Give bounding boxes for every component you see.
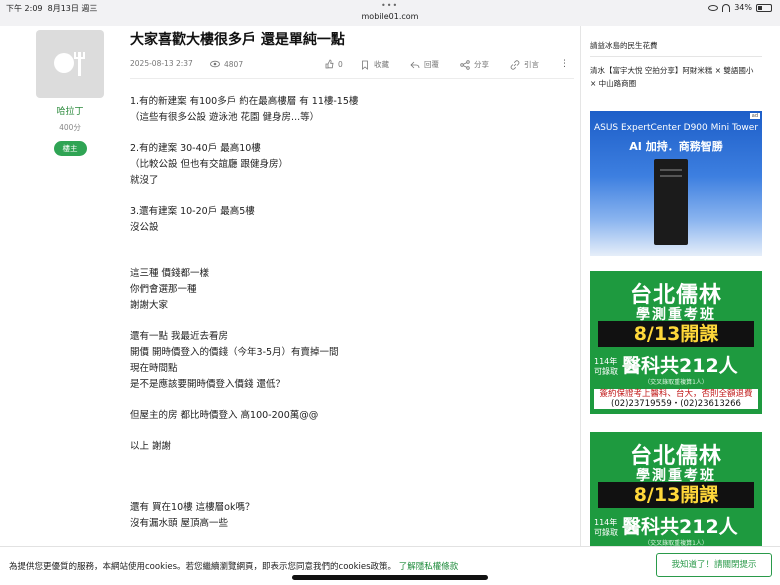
quote-label: 引言	[524, 60, 539, 69]
sidebar-divider	[590, 56, 762, 57]
eye-icon	[210, 60, 220, 68]
author-panel: 哈拉丁 400分 樓主	[35, 30, 105, 156]
favorite-button[interactable]: 收藏	[360, 59, 389, 70]
post-spacer	[130, 126, 570, 141]
privacy-link[interactable]: 了解隱私權條款	[399, 562, 459, 572]
wifi-icon	[722, 3, 731, 12]
bookmark-icon	[362, 60, 368, 70]
ad-result: 醫科共212人	[622, 355, 738, 377]
post-line: 沒有漏水頭 屋頂高一些	[130, 518, 229, 529]
post-spacer	[130, 189, 570, 204]
browser-dots-icon[interactable]: •••	[381, 1, 398, 10]
desktop-tower-image	[654, 159, 688, 245]
post-line: （比較公設 但也有交誼廳 跟健身房）	[130, 159, 289, 170]
reply-icon	[410, 61, 420, 68]
post-line: 2.有的建案 30-40戶 最高10樓	[130, 143, 261, 154]
thumb-up-icon	[325, 59, 334, 69]
more-icon[interactable]: ⋮	[560, 59, 569, 69]
post-line: 是不是應該要開時價登入價錢 還低？	[130, 379, 286, 390]
post-line: 還有一點 我最近去看房	[130, 331, 229, 342]
author-name[interactable]: 哈拉丁	[35, 104, 105, 117]
view-count-value: 4807	[224, 59, 244, 69]
ad-year: 114年 可錄取	[594, 518, 618, 537]
ad-result: 醫科共212人	[622, 516, 738, 538]
post-line: 但屋主的房 都比時價登入 高100-200萬@@	[130, 410, 319, 421]
post-spacer	[130, 424, 570, 439]
column-divider	[580, 26, 581, 546]
quote-icon	[510, 59, 520, 70]
address-bar[interactable]: mobile01.com	[0, 12, 780, 21]
ad-year: 114年 可錄取	[594, 357, 618, 376]
battery-percent: 34%	[734, 3, 752, 12]
related-link-1[interactable]: 請益冰島的民生花費	[590, 40, 658, 51]
ad-tag: ad	[749, 113, 760, 119]
related-link-2[interactable]: 清水【富宇大悅 空拍分享】阿財米糕 × 雙語國小 × 中山路商圈	[590, 64, 762, 90]
post-title: 大家喜歡大樓很多戶 還是單純一點	[130, 32, 345, 48]
meta-divider	[130, 78, 574, 79]
status-indicators: 34%	[708, 3, 772, 12]
post-date: 2025-08-13 2:37	[130, 59, 193, 68]
post-spacer	[130, 236, 570, 251]
post-line: 就沒了	[130, 175, 159, 186]
battery-icon	[756, 3, 772, 12]
view-count: 4807	[210, 59, 243, 69]
avatar[interactable]	[36, 30, 104, 98]
ad-start-date: 8/13開課	[598, 482, 754, 508]
reply-button[interactable]: 回覆	[410, 59, 439, 70]
post-line: （這些有很多公設 遊泳池 花園 健身房...等）	[130, 112, 320, 123]
post-line: 你們會選那一種	[130, 284, 197, 295]
like-count: 0	[338, 59, 343, 69]
home-indicator[interactable]	[292, 575, 488, 580]
share-button[interactable]: 分享	[460, 59, 489, 70]
cookie-text: 為提供您更優質的服務，本網站使用cookies。若您繼續瀏覽網頁，即表示您同意我…	[9, 562, 459, 572]
post-line: 1.有的新建案 有100多戶 約在最高樓層 有 11樓-15樓	[130, 96, 359, 107]
post-spacer	[130, 470, 570, 485]
post-line: 沒公設	[130, 222, 159, 233]
ad-tagline: AI 加持．商務智勝	[629, 140, 723, 153]
cookie-accept-button[interactable]: 我知道了！請關閉提示	[656, 553, 772, 577]
reply-label: 回覆	[424, 60, 439, 69]
post-body: 1.有的新建案 有100多戶 約在最高樓層 有 11樓-15樓 （這些有很多公設 …	[130, 94, 570, 532]
post-line: 以上 謝謝	[130, 441, 172, 452]
status-bar: 下午 2:09 8月13日 週三 ••• mobile01.com 34%	[0, 0, 780, 26]
quote-button[interactable]: 引言	[510, 59, 539, 70]
post-line: 現在時間點	[130, 363, 178, 374]
post-spacer	[130, 485, 570, 500]
asus-ad-banner[interactable]: ad ASUS ExpertCenter D900 Mini Tower AI …	[590, 111, 762, 256]
share-label: 分享	[474, 60, 489, 69]
like-button[interactable]: 0	[324, 59, 343, 69]
privacy-icon	[708, 4, 719, 11]
ad-headline: ASUS ExpertCenter D900 Mini Tower	[593, 123, 759, 133]
favorite-label: 收藏	[374, 60, 389, 69]
post-line: 這三種 價錢都一樣	[130, 268, 210, 279]
share-icon	[460, 59, 470, 70]
post-line: 還有 買在10樓 這樓層ok嗎？	[130, 502, 255, 513]
ad-contact: 簽約保證考上醫科、台大，否則全額退費(02)23719559・(02)23613…	[594, 389, 758, 409]
post-line: 3.還有建案 10-20戶 最高5樓	[130, 206, 255, 217]
author-points: 400分	[59, 123, 81, 132]
post-line: 謝謝大家	[130, 300, 169, 311]
post-spacer	[130, 251, 570, 266]
cram-school-ad-1[interactable]: 台北儒林 學測重考班 8/13開課 114年 可錄取 醫科共212人 （交叉錄取重…	[590, 271, 762, 414]
avatar-fork-handle	[78, 52, 81, 76]
post-spacer	[130, 314, 570, 329]
post-spacer	[130, 455, 570, 470]
op-badge: 樓主	[53, 141, 87, 156]
ad-note: （交叉錄取重複算1人）	[644, 379, 708, 386]
ad-start-date: 8/13開課	[598, 321, 754, 347]
post-meta: 2025-08-13 2:37 4807 0 收藏 回覆 分享 引言 ⋮	[130, 58, 572, 72]
avatar-placeholder-icon	[54, 53, 74, 73]
post-spacer	[130, 393, 570, 408]
post-line: 開價 開時價登入的價錢（今年3-5月）有賣掉一間	[130, 347, 339, 358]
